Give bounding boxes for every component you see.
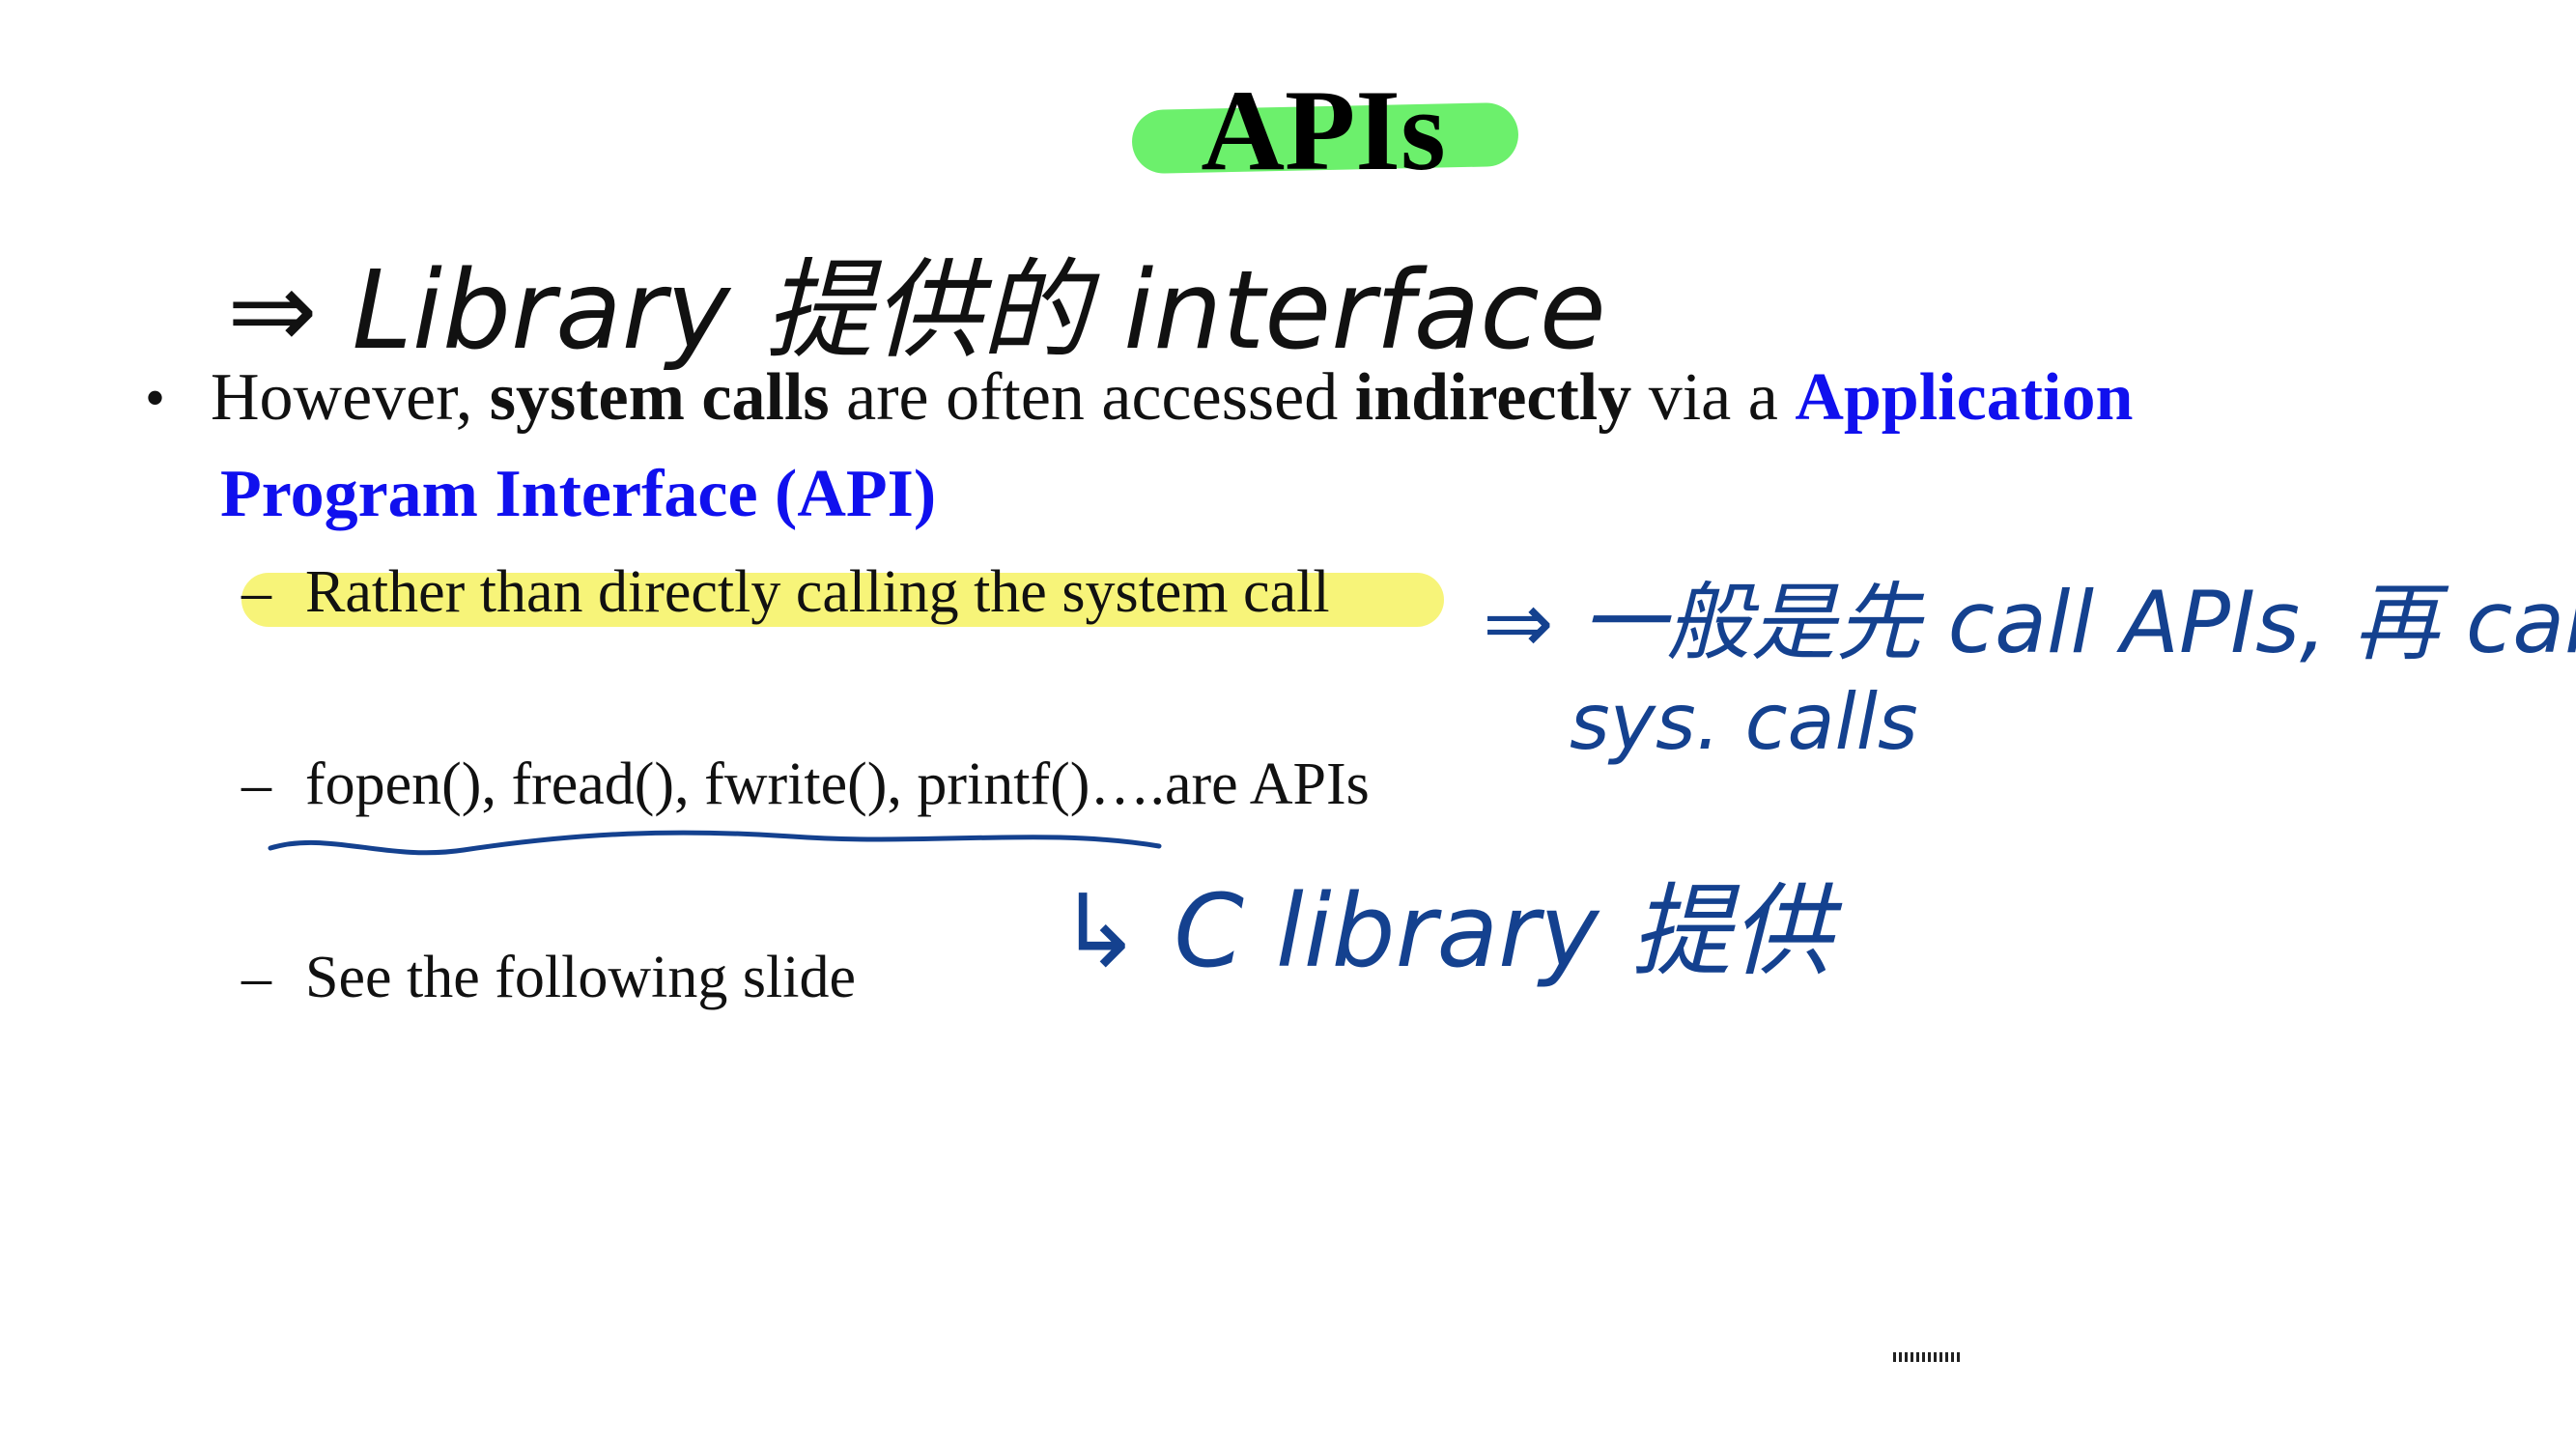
sub-item-1: – Rather than directly calling the system… <box>241 553 1330 631</box>
title-block: APIs <box>1120 68 1526 193</box>
bullet-text-part3: via a <box>1631 360 1796 435</box>
handwriting-layer: ⇒ Library 提供的 interface ⇒ 一般是先 call APIs… <box>227 248 2576 990</box>
bullet-bold-system-calls: system calls <box>489 360 830 435</box>
sub-item-dash: – <box>241 751 271 817</box>
sub-item-text: Rather than directly calling the system … <box>305 559 1330 625</box>
slide-title: APIs <box>1201 66 1446 194</box>
sub-item-text: See the following slide <box>305 945 856 1010</box>
handwritten-note-right-1: ⇒ 一般是先 call APIs, 再 call <box>1483 573 2576 672</box>
sub-item-text: fopen(), fread(), fwrite(), printf()….ar… <box>305 751 1370 817</box>
bullet-text: However, system calls are often accessed… <box>211 350 2509 543</box>
api-term-line2: Program Interface (API) <box>220 457 937 531</box>
handwritten-note-bottom: ↳ C library 提供 <box>1058 872 1843 990</box>
sub-item-dash: – <box>241 945 271 1010</box>
handwritten-note-right-2: sys. calls <box>1570 677 1918 767</box>
sub-item-2: – fopen(), fread(), fwrite(), printf()….a… <box>241 746 1370 823</box>
bullet-text-part2: are often accessed <box>829 360 1355 435</box>
bullet-text-part1: However, <box>211 360 490 435</box>
page-marker <box>1893 1352 1961 1362</box>
slide: APIs • However, system calls are often a… <box>0 0 2576 1445</box>
handwritten-underline <box>268 830 1162 856</box>
sub-item-dash: – <box>241 559 271 625</box>
bullet-bold-indirectly: indirectly <box>1354 360 1632 435</box>
sub-item-3: – See the following slide <box>241 939 856 1016</box>
api-term-line1: Application <box>1795 360 2134 435</box>
bullet-marker: • <box>145 366 166 430</box>
